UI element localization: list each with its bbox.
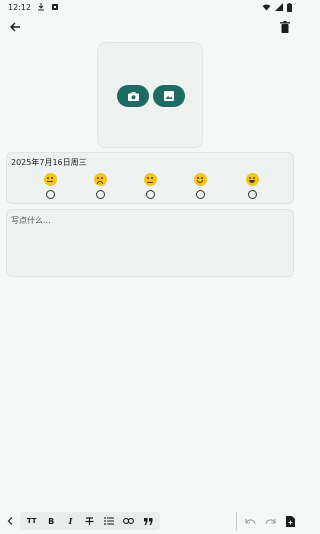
bold-button[interactable]: B xyxy=(43,513,59,529)
link-button[interactable] xyxy=(121,513,137,529)
italic-button[interactable]: I xyxy=(63,513,79,529)
link-icon xyxy=(123,518,135,524)
add-page-button[interactable] xyxy=(282,513,298,529)
gallery-icon xyxy=(164,91,174,101)
toolbar-divider xyxy=(236,512,237,530)
quote-button[interactable] xyxy=(140,513,156,529)
mood-option-2[interactable] xyxy=(91,173,109,199)
mood-radio-5[interactable] xyxy=(247,190,257,199)
toolbar-collapse-button[interactable] xyxy=(4,514,16,528)
mood-option-3[interactable] xyxy=(141,173,159,199)
battery-icon xyxy=(287,2,292,12)
mood-option-1[interactable] xyxy=(41,173,59,199)
italic-icon: I xyxy=(68,516,73,526)
mood-radio-3[interactable] xyxy=(145,190,155,199)
arrow-back-icon xyxy=(9,21,21,33)
wifi-icon xyxy=(262,3,271,11)
diary-text-input[interactable] xyxy=(11,215,287,271)
camera-button[interactable] xyxy=(117,85,149,107)
delete-button[interactable] xyxy=(276,18,294,36)
back-button[interactable] xyxy=(6,18,24,36)
mood-radio-2[interactable] xyxy=(95,190,105,199)
download-icon xyxy=(37,3,45,11)
signal-icon xyxy=(275,3,283,11)
slight-smile-face-icon xyxy=(193,173,207,186)
add-page-icon xyxy=(285,515,295,527)
mood-card: 2025年7月16日周三 xyxy=(6,152,294,204)
image-picker-card xyxy=(97,42,203,148)
quote-icon xyxy=(143,517,153,525)
formatting-toolbar: TT B I xyxy=(0,510,300,532)
undo-icon xyxy=(244,518,256,525)
status-bar: 12:12 xyxy=(0,0,300,14)
sad-face-icon xyxy=(93,173,107,186)
redo-icon xyxy=(264,518,276,525)
editor-card xyxy=(6,209,294,277)
strikethrough-button[interactable] xyxy=(82,513,98,529)
redo-button[interactable] xyxy=(262,513,278,529)
notification-icon xyxy=(51,3,59,11)
bold-icon: B xyxy=(48,516,55,526)
chevron-left-icon xyxy=(7,517,13,525)
gallery-button[interactable] xyxy=(153,85,185,107)
undo-button[interactable] xyxy=(242,513,258,529)
bullet-list-button[interactable] xyxy=(101,513,117,529)
camera-icon xyxy=(127,91,139,101)
neutral-face-icon xyxy=(143,173,157,186)
mood-option-5[interactable] xyxy=(243,173,261,199)
mood-option-4[interactable] xyxy=(191,173,209,199)
strikethrough-icon xyxy=(85,516,94,526)
status-time: 12:12 xyxy=(8,2,32,12)
format-buttons: TT B I xyxy=(20,512,160,530)
mood-selector xyxy=(7,173,295,203)
mood-radio-1[interactable] xyxy=(45,190,55,199)
text-size-button[interactable]: TT xyxy=(24,513,40,529)
text-size-icon: TT xyxy=(26,517,37,525)
app-bar xyxy=(0,14,300,40)
bullet-list-icon xyxy=(104,517,115,525)
trash-icon xyxy=(280,21,290,33)
entry-date: 2025年7月16日周三 xyxy=(11,158,87,167)
very-sad-face-icon xyxy=(43,173,57,186)
mood-radio-4[interactable] xyxy=(195,190,205,199)
happy-face-icon xyxy=(245,173,259,186)
